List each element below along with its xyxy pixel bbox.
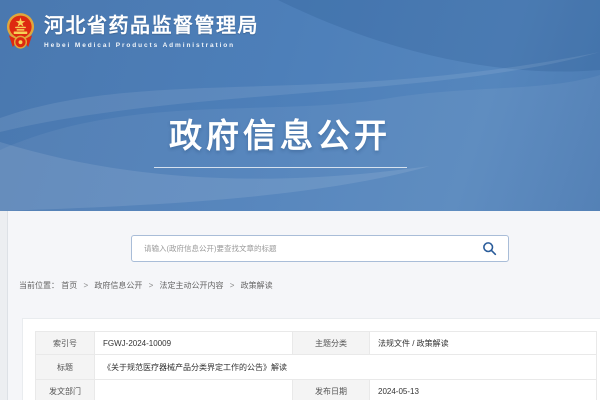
title-underline [154, 167, 407, 168]
breadcrumb: 当前位置： 首页 > 政府信息公开 > 法定主动公开内容 > 政策解读 [19, 280, 273, 291]
category-value: 法规文件 / 政策解读 [370, 332, 597, 355]
breadcrumb-link-policy-interpretation[interactable]: 政策解读 [241, 281, 273, 290]
category-label: 主题分类 [293, 332, 370, 355]
page-title: 政府信息公开 [0, 116, 560, 156]
index-value: FGWJ-2024-10009 [95, 332, 293, 355]
content-panel: 当前位置： 首页 > 政府信息公开 > 法定主动公开内容 > 政策解读 索引号 … [7, 211, 600, 400]
title-value: 《关于规范医疗器械产品分类界定工作的公告》解读 [95, 355, 597, 380]
agency-name-en: Hebei Medical Products Administration [44, 42, 259, 49]
search-input[interactable] [132, 236, 508, 261]
document-panel: 索引号 FGWJ-2024-10009 主题分类 法规文件 / 政策解读 标题 … [22, 318, 600, 400]
breadcrumb-link-statutory-disclosure[interactable]: 法定主动公开内容 [160, 281, 224, 290]
breadcrumb-separator: > [149, 281, 154, 290]
title-label: 标题 [36, 355, 95, 380]
department-value [95, 380, 293, 400]
breadcrumb-label: 当前位置： [19, 281, 59, 290]
breadcrumb-separator: > [83, 281, 88, 290]
search-icon[interactable] [482, 241, 497, 256]
site-logo[interactable]: 河北省药品监督管理局 Hebei Medical Products Admini… [6, 12, 259, 53]
national-emblem-icon [6, 12, 35, 53]
department-label: 发文部门 [36, 380, 95, 400]
index-label: 索引号 [36, 332, 95, 355]
content-area: 当前位置： 首页 > 政府信息公开 > 法定主动公开内容 > 政策解读 索引号 … [0, 211, 600, 400]
search-box [131, 235, 509, 262]
banner: 河北省药品监督管理局 Hebei Medical Products Admini… [0, 0, 600, 211]
breadcrumb-link-gov-info[interactable]: 政府信息公开 [94, 281, 142, 290]
page: 河北省药品监督管理局 Hebei Medical Products Admini… [0, 0, 600, 400]
breadcrumb-link-home[interactable]: 首页 [61, 281, 77, 290]
date-value: 2024-05-13 [370, 380, 597, 400]
document-meta-table: 索引号 FGWJ-2024-10009 主题分类 法规文件 / 政策解读 标题 … [35, 331, 597, 400]
breadcrumb-separator: > [230, 281, 235, 290]
date-label: 发布日期 [293, 380, 370, 400]
agency-name: 河北省药品监督管理局 [44, 14, 259, 39]
